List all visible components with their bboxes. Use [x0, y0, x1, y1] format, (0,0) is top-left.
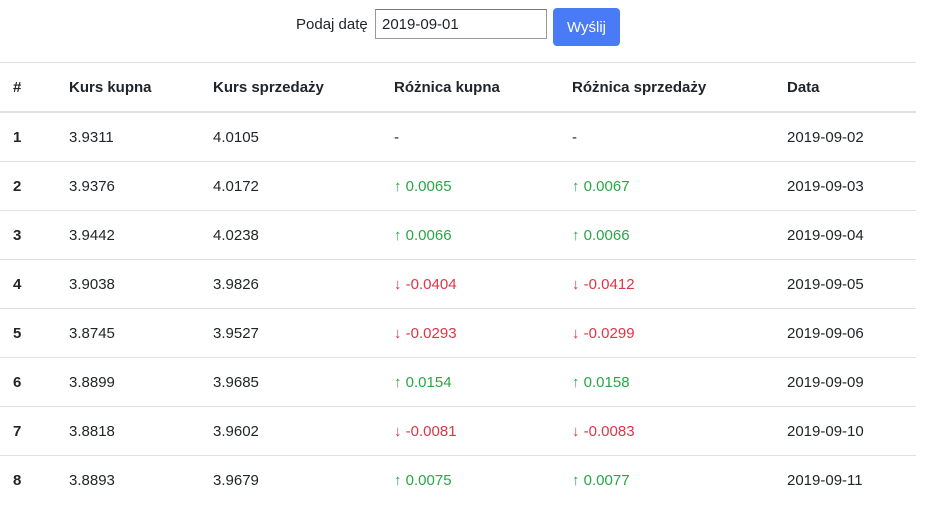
date-label: Podaj datę: [296, 16, 368, 33]
header-buy-diff: Różnica kupna: [394, 62, 572, 113]
buy-diff-cell: ↓ -0.0404: [394, 259, 572, 309]
exchange-rates-table: # Kurs kupna Kurs sprzedaży Różnica kupn…: [0, 62, 916, 504]
header-sell-diff: Różnica sprzedaży: [572, 62, 787, 113]
row-index: 6: [0, 357, 69, 407]
sell-rate-cell: 4.0238: [213, 210, 394, 260]
buy-diff-cell: ↓ -0.0081: [394, 406, 572, 456]
buy-rate-cell: 3.8818: [69, 406, 213, 456]
buy-rate-cell: 3.8893: [69, 455, 213, 504]
date-cell: 2019-09-05: [787, 259, 916, 309]
date-form: Podaj datę Wyślij: [0, 0, 928, 52]
header-sell-rate: Kurs sprzedaży: [213, 62, 394, 113]
buy-diff-cell: ↑ 0.0154: [394, 357, 572, 407]
date-input[interactable]: [375, 9, 547, 39]
buy-rate-cell: 3.9376: [69, 161, 213, 211]
header-buy-rate: Kurs kupna: [69, 62, 213, 113]
submit-button[interactable]: Wyślij: [553, 8, 620, 46]
sell-rate-cell: 3.9685: [213, 357, 394, 407]
row-index: 1: [0, 111, 69, 162]
sell-diff-cell: ↑ 0.0066: [572, 210, 787, 260]
buy-diff-cell: ↑ 0.0065: [394, 161, 572, 211]
table-row: 6 3.8899 3.9685 ↑ 0.0154 ↑ 0.0158 2019-09-09: [0, 357, 916, 407]
table-row: 5 3.8745 3.9527 ↓ -0.0293 ↓ -0.0299 2019-09-0…: [0, 308, 916, 358]
buy-diff-cell: ↑ 0.0075: [394, 455, 572, 504]
sell-rate-cell: 4.0105: [213, 111, 394, 162]
sell-diff-cell: ↓ -0.0083: [572, 406, 787, 456]
sell-diff-cell: ↑ 0.0077: [572, 455, 787, 504]
table-header-row: # Kurs kupna Kurs sprzedaży Różnica kupn…: [0, 62, 916, 113]
sell-rate-cell: 3.9602: [213, 406, 394, 456]
date-cell: 2019-09-03: [787, 161, 916, 211]
buy-rate-cell: 3.9311: [69, 111, 213, 162]
row-index: 4: [0, 259, 69, 309]
buy-rate-cell: 3.9038: [69, 259, 213, 309]
sell-rate-cell: 4.0172: [213, 161, 394, 211]
buy-rate-cell: 3.9442: [69, 210, 213, 260]
table-row: 7 3.8818 3.9602 ↓ -0.0081 ↓ -0.0083 2019-09-1…: [0, 406, 916, 456]
row-index: 5: [0, 308, 69, 358]
date-cell: 2019-09-02: [787, 111, 916, 162]
header-date: Data: [787, 62, 916, 113]
table-row: 8 3.8893 3.9679 ↑ 0.0075 ↑ 0.0077 2019-09-11: [0, 455, 916, 504]
buy-diff-cell: ↑ 0.0066: [394, 210, 572, 260]
table-row: 4 3.9038 3.9826 ↓ -0.0404 ↓ -0.0412 2019-09-0…: [0, 259, 916, 309]
row-index: 7: [0, 406, 69, 456]
sell-diff-cell: ↓ -0.0299: [572, 308, 787, 358]
row-index: 8: [0, 455, 69, 504]
date-cell: 2019-09-11: [787, 455, 916, 504]
date-cell: 2019-09-10: [787, 406, 916, 456]
sell-diff-cell: ↓ -0.0412: [572, 259, 787, 309]
header-index: #: [0, 62, 69, 113]
table-row: 1 3.9311 4.0105- -2019-09-02: [0, 111, 916, 162]
buy-diff-cell: -: [394, 111, 572, 162]
date-cell: 2019-09-09: [787, 357, 916, 407]
table-row: 3 3.9442 4.0238 ↑ 0.0066 ↑ 0.0066 2019-09-04: [0, 210, 916, 260]
sell-diff-cell: ↑ 0.0067: [572, 161, 787, 211]
sell-rate-cell: 3.9679: [213, 455, 394, 504]
row-index: 2: [0, 161, 69, 211]
buy-rate-cell: 3.8899: [69, 357, 213, 407]
date-cell: 2019-09-04: [787, 210, 916, 260]
buy-rate-cell: 3.8745: [69, 308, 213, 358]
sell-diff-cell: -: [572, 111, 787, 162]
sell-rate-cell: 3.9826: [213, 259, 394, 309]
date-cell: 2019-09-06: [787, 308, 916, 358]
row-index: 3: [0, 210, 69, 260]
sell-rate-cell: 3.9527: [213, 308, 394, 358]
sell-diff-cell: ↑ 0.0158: [572, 357, 787, 407]
table-row: 2 3.9376 4.0172 ↑ 0.0065 ↑ 0.0067 2019-09-03: [0, 161, 916, 211]
buy-diff-cell: ↓ -0.0293: [394, 308, 572, 358]
